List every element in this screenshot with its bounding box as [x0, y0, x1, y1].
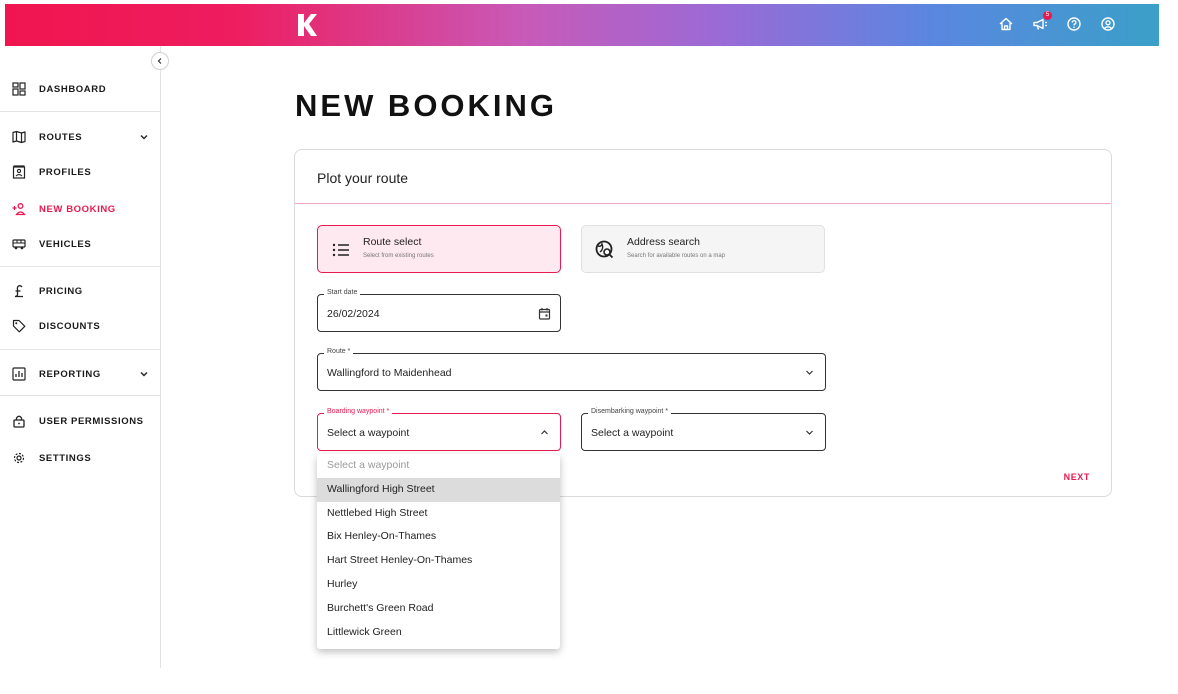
dropdown-option[interactable]: Wallingford High Street [317, 477, 560, 502]
bus-icon [12, 237, 26, 251]
sidebar-item-label: NEW BOOKING [39, 203, 116, 215]
field-label: Disembarking waypoint * [588, 408, 672, 415]
sidebar-item-label: VEHICLES [39, 238, 92, 250]
sidebar-item-routes[interactable]: ROUTES [0, 125, 160, 149]
disembarking-value: Select a waypoint [591, 427, 674, 439]
help-icon[interactable] [1065, 15, 1083, 33]
notification-badge: 5 [1043, 11, 1052, 20]
sidebar-item-vehicles[interactable]: VEHICLES [0, 232, 160, 256]
sidebar-item-settings[interactable]: SETTINGS [0, 446, 160, 470]
chevron-down-icon[interactable] [139, 132, 149, 142]
tag-icon [12, 319, 26, 333]
dropdown-option[interactable]: Hart Street Henley-On-Thames [317, 549, 560, 573]
top-bar: 5 [5, 4, 1159, 46]
dropdown-option: Select a waypoint [327, 459, 410, 471]
divider [0, 395, 160, 396]
sidebar-item-pricing[interactable]: PRICING [0, 279, 160, 303]
divider [0, 266, 160, 267]
logo-icon[interactable] [296, 13, 318, 37]
boarding-value: Select a waypoint [327, 427, 410, 439]
field-label: Route * [324, 348, 354, 355]
option-title: Address search [627, 236, 700, 248]
lock-icon [12, 414, 26, 428]
sidebar: DASHBOARD ROUTES PROFILES NEW BOOKING VE… [0, 46, 161, 668]
sidebar-item-label: ROUTES [39, 131, 83, 143]
chevron-up-icon [541, 430, 548, 435]
chevron-down-icon [806, 370, 813, 375]
chevron-left-icon [157, 58, 162, 64]
dropdown-option[interactable]: Hurley [317, 573, 560, 597]
sidebar-item-label: PRICING [39, 285, 83, 297]
sidebar-item-label: DISCOUNTS [39, 320, 101, 332]
start-date-field[interactable]: Start date 26/02/2024 [317, 289, 561, 332]
disembarking-waypoint-select[interactable]: Disembarking waypoint * Select a waypoin… [581, 408, 826, 451]
card-title: Plot your route [317, 170, 409, 186]
option-subtitle: Search for available routes on a map [627, 253, 726, 259]
sidebar-item-label: USER PERMISSIONS [39, 415, 144, 427]
sidebar-item-reporting[interactable]: REPORTING [0, 362, 160, 386]
sidebar-item-profiles[interactable]: PROFILES [0, 160, 160, 184]
sidebar-item-label: SETTINGS [39, 452, 92, 464]
field-label: Boarding waypoint * [324, 408, 393, 415]
sidebar-item-new-booking[interactable]: NEW BOOKING [0, 197, 160, 221]
calendar-icon[interactable] [538, 307, 551, 320]
chevron-down-icon [806, 430, 813, 435]
address-search-option[interactable]: Address search Search for available rout… [581, 225, 825, 273]
sidebar-item-user-permissions[interactable]: USER PERMISSIONS [0, 409, 160, 433]
sidebar-item-dashboard[interactable]: DASHBOARD [0, 77, 160, 101]
globe-search-icon [595, 240, 614, 259]
chevron-down-icon[interactable] [139, 369, 149, 379]
waypoint-dropdown-menu: Select a waypoint Wallingford High Stree… [317, 454, 560, 649]
route-value: Wallingford to Maidenhead [327, 367, 452, 379]
start-date-value: 26/02/2024 [327, 308, 380, 320]
route-select-option[interactable]: Route select Select from existing routes [317, 225, 561, 273]
option-subtitle: Select from existing routes [363, 253, 434, 259]
home-icon[interactable] [997, 15, 1015, 33]
add-person-icon [12, 202, 26, 216]
dropdown-option[interactable]: Burchett's Green Road [317, 597, 560, 621]
sidebar-item-label: DASHBOARD [39, 83, 107, 95]
sidebar-item-label: REPORTING [39, 368, 101, 380]
card-header: Plot your route [295, 150, 1111, 204]
page-title: NEW BOOKING [295, 88, 558, 123]
report-icon [12, 367, 26, 381]
dropdown-option[interactable]: Nettlebed High Street [317, 502, 560, 526]
dropdown-option[interactable]: Bix Henley-On-Thames [317, 525, 560, 549]
megaphone-icon[interactable]: 5 [1031, 11, 1052, 33]
profile-card-icon [12, 165, 26, 179]
next-button[interactable]: NEXT [1064, 472, 1090, 482]
pound-icon [12, 284, 26, 298]
option-title: Route select [363, 236, 422, 248]
gear-icon [12, 451, 26, 465]
dashboard-icon [12, 82, 26, 96]
divider [0, 111, 160, 112]
route-select-field[interactable]: Route * Wallingford to Maidenhead [317, 348, 826, 391]
map-icon [12, 130, 26, 144]
dropdown-option[interactable]: Littlewick Green [317, 621, 560, 645]
divider [0, 349, 160, 350]
sidebar-item-discounts[interactable]: DISCOUNTS [0, 314, 160, 338]
boarding-waypoint-select[interactable]: Boarding waypoint * Select a waypoint [317, 408, 561, 451]
list-icon [332, 243, 349, 257]
account-icon[interactable] [1099, 15, 1117, 33]
field-label: Start date [324, 289, 361, 296]
sidebar-collapse-button[interactable] [151, 52, 169, 70]
sidebar-item-label: PROFILES [39, 166, 92, 178]
plot-route-card: Plot your route Route select Select from… [294, 149, 1112, 497]
